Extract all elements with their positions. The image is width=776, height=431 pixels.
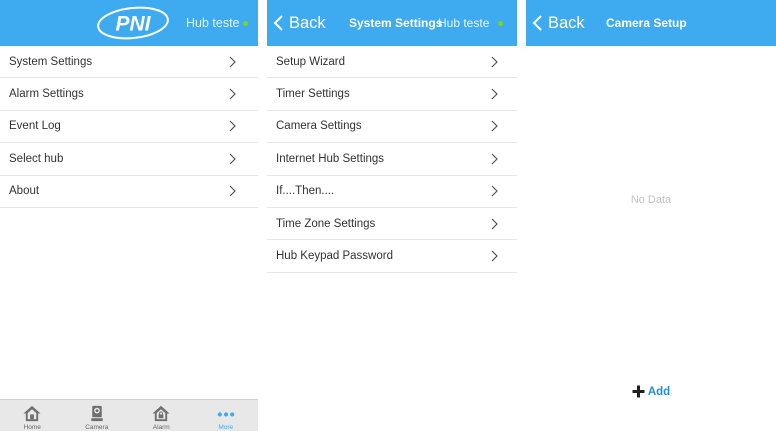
plus-icon — [632, 385, 645, 398]
chevron-right-icon — [229, 88, 236, 100]
menu-item-label: Camera Settings — [276, 120, 362, 133]
menu-item-label: Select hub — [9, 152, 64, 165]
tab-home[interactable]: Home — [0, 400, 65, 431]
menu-item-label: Hub Keypad Password — [276, 250, 393, 263]
back-label: Back — [289, 13, 326, 32]
menu-item-select-hub[interactable]: Select hub — [0, 143, 258, 176]
chevron-left-icon — [273, 15, 283, 31]
menu-item-internet-hub-settings[interactable]: Internet Hub Settings — [267, 143, 517, 176]
menu-item-about[interactable]: About — [0, 176, 258, 208]
home-icon — [23, 405, 41, 422]
chevron-right-icon — [491, 218, 498, 230]
alarm-house-icon — [152, 405, 170, 422]
menu-item-if-then[interactable]: If....Then.... — [267, 176, 517, 208]
chevron-right-icon — [491, 88, 498, 100]
menu-item-label: Timer Settings — [276, 88, 350, 101]
header-bar: PNI Hub teste — [0, 0, 258, 46]
empty-state-text: No Data — [630, 194, 672, 206]
menu-item-label: Event Log — [9, 120, 61, 133]
tab-label: More — [218, 424, 234, 431]
header-bar: Back System Settings Hub teste — [267, 0, 517, 46]
header-bar: Back Camera Setup — [526, 0, 776, 46]
menu-item-label: Alarm Settings — [9, 88, 84, 101]
chevron-right-icon — [229, 121, 236, 132]
pni-logo: PNI — [97, 6, 169, 40]
menu-item-hub-keypad-password[interactable]: Hub Keypad Password — [267, 240, 517, 273]
menu-item-label: If....Then.... — [276, 185, 335, 198]
menu-item-alarm-settings[interactable]: Alarm Settings — [0, 78, 258, 111]
back-button[interactable]: Back — [532, 0, 585, 46]
chevron-right-icon — [491, 185, 498, 197]
menu-item-event-log[interactable]: Event Log — [0, 111, 258, 144]
back-label: Back — [548, 13, 585, 32]
chevron-right-icon — [491, 121, 498, 132]
menu-item-timer-settings[interactable]: Timer Settings — [267, 78, 517, 111]
bottom-tab-bar: Home Camera Alarm More — [0, 399, 258, 431]
chevron-right-icon — [229, 153, 236, 165]
chevron-right-icon — [229, 56, 236, 68]
hub-name[interactable]: Hub teste — [438, 0, 489, 46]
chevron-left-icon — [532, 15, 542, 31]
chevron-right-icon — [491, 153, 498, 165]
system-settings-menu: Setup Wizard Timer Settings Camera Setti… — [267, 46, 517, 273]
add-label: Add — [647, 385, 671, 398]
page-title: System Settings — [349, 16, 443, 30]
tab-label: Camera — [85, 424, 109, 431]
menu-item-system-settings[interactable]: System Settings — [0, 46, 258, 79]
more-screen: PNI Hub teste System Settings Alarm Sett… — [0, 0, 258, 431]
panel-divider — [258, 0, 267, 431]
add-camera-button[interactable]: Add — [526, 385, 776, 398]
tab-camera[interactable]: Camera — [65, 400, 130, 431]
panel-divider — [517, 0, 526, 431]
chevron-right-icon — [491, 250, 498, 262]
menu-item-label: Time Zone Settings — [276, 217, 376, 230]
tab-alarm[interactable]: Alarm — [129, 400, 194, 431]
menu-item-setup-wizard[interactable]: Setup Wizard — [267, 46, 517, 79]
page-title: Camera Setup — [606, 16, 687, 30]
hub-name[interactable]: Hub teste — [186, 0, 240, 46]
camera-icon — [91, 405, 103, 422]
camera-setup-screen: Back Camera Setup No Data Add — [526, 0, 776, 431]
system-settings-screen: Back System Settings Hub teste Setup Wiz… — [267, 0, 517, 431]
menu-item-label: Setup Wizard — [276, 55, 346, 68]
more-dots-icon — [217, 412, 235, 417]
hub-status-dot — [243, 21, 248, 26]
back-button[interactable]: Back — [273, 0, 326, 46]
hub-status-dot — [498, 21, 503, 26]
chevron-right-icon — [229, 185, 236, 197]
menu-item-label: Internet Hub Settings — [276, 152, 385, 165]
menu-item-time-zone-settings[interactable]: Time Zone Settings — [267, 208, 517, 241]
tab-label: Home — [23, 424, 41, 431]
tab-label: Alarm — [152, 424, 170, 431]
menu-item-label: System Settings — [9, 55, 93, 68]
chevron-right-icon — [491, 56, 498, 68]
menu-item-label: About — [9, 185, 40, 198]
menu-item-camera-settings[interactable]: Camera Settings — [267, 111, 517, 144]
tab-more[interactable]: More — [194, 400, 259, 431]
settings-menu: System Settings Alarm Settings Event Log… — [0, 46, 258, 208]
svg-text:PNI: PNI — [115, 13, 151, 36]
